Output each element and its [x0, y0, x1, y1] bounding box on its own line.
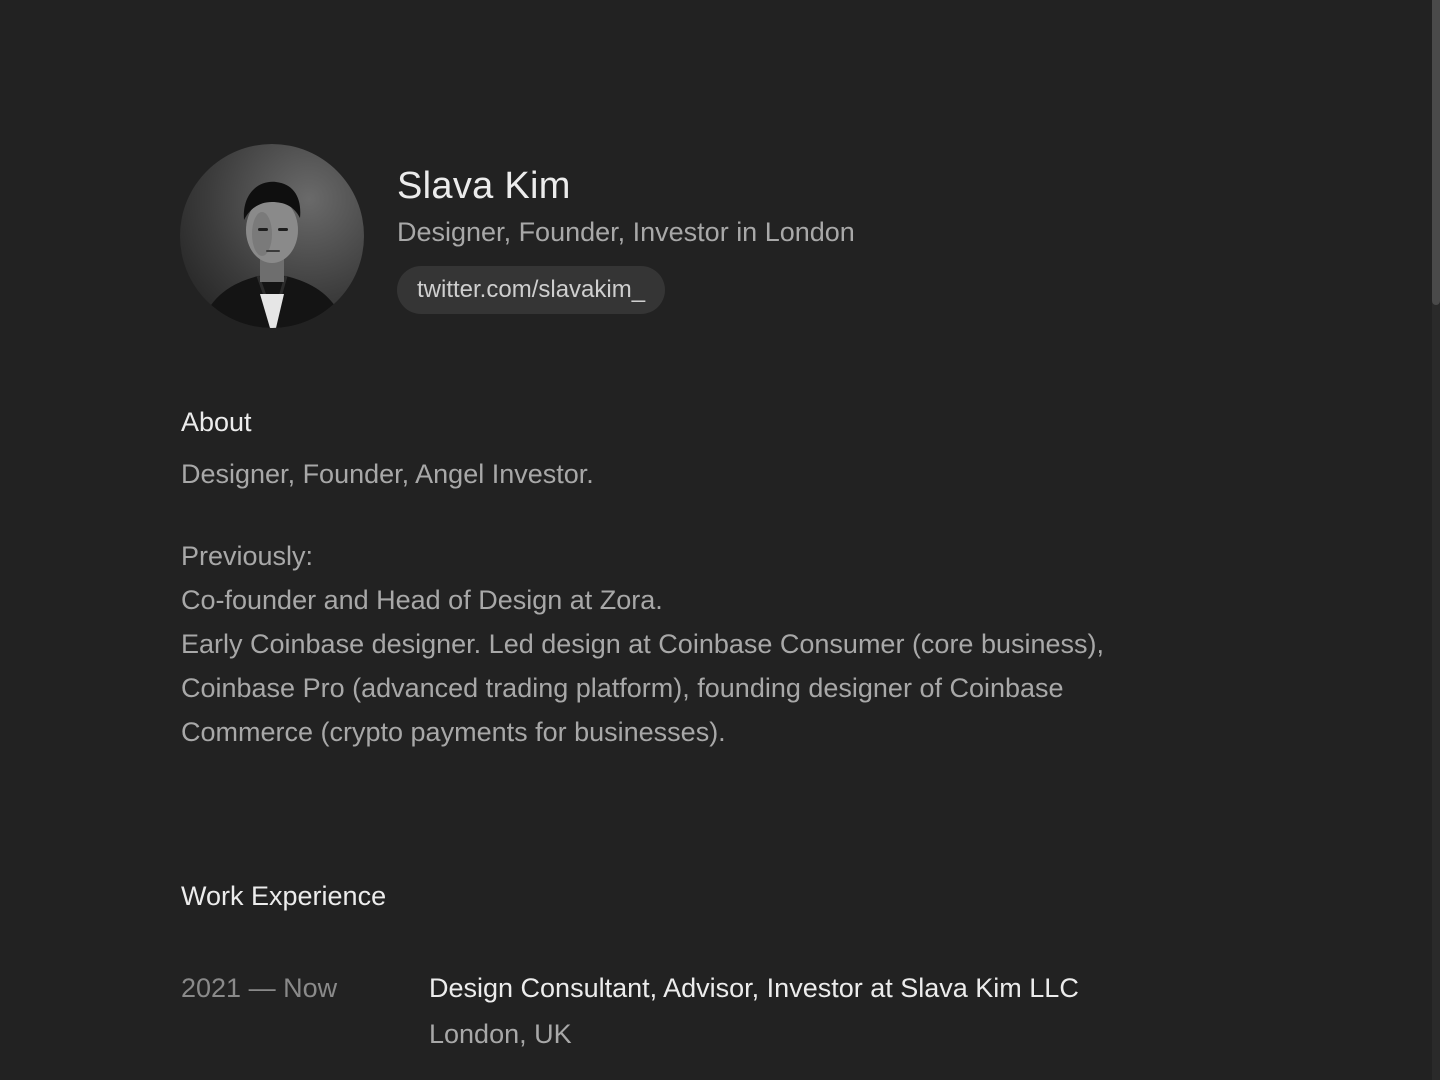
about-previously: Previously: Co-founder and Head of Desig…: [181, 534, 1241, 754]
previously-label: Previously:: [181, 541, 314, 571]
about-line: Commerce (crypto payments for businesses…: [181, 717, 726, 747]
profile-tagline: Designer, Founder, Investor in London: [397, 217, 855, 247]
profile-page: Slava Kim Designer, Founder, Investor in…: [0, 0, 1440, 1080]
about-line: Coinbase Pro (advanced trading platform)…: [181, 673, 1064, 703]
profile-name: Slava Kim: [397, 165, 571, 207]
work-title: Design Consultant, Advisor, Investor at …: [429, 973, 1079, 1003]
scrollbar-thumb[interactable]: [1432, 0, 1440, 305]
twitter-link[interactable]: twitter.com/slavakim_: [397, 266, 666, 314]
scrollbar[interactable]: [1432, 0, 1440, 1080]
about-heading: About: [181, 407, 252, 437]
work-experience-heading: Work Experience: [181, 881, 387, 911]
portrait-image: [200, 181, 346, 328]
about-line: Early Coinbase designer. Led design at C…: [181, 629, 1105, 659]
about-line: Co-founder and Head of Design at Zora.: [181, 585, 663, 615]
work-period: 2021 — Now: [181, 973, 338, 1003]
avatar: [180, 144, 364, 328]
work-location: London, UK: [429, 1019, 572, 1049]
about-summary: Designer, Founder, Angel Investor.: [181, 459, 594, 489]
